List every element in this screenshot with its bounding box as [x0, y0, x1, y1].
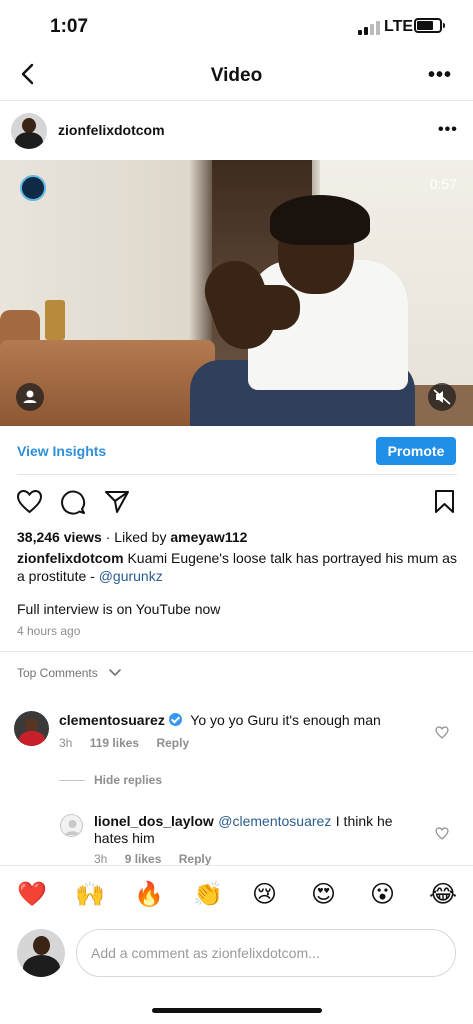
emoji-divider	[0, 865, 473, 866]
post-caption: zionfelixdotcom Kuami Eugene's loose tal…	[17, 549, 457, 585]
emoji-heart-eyes-button[interactable]: 😍	[311, 880, 336, 908]
emoji-wow-button[interactable]: 😮	[370, 880, 395, 908]
reply-meta: 3h 9 likes Reply	[94, 852, 225, 866]
page-title: Video	[210, 65, 263, 86]
emoji-laugh-button[interactable]: 😂	[429, 880, 457, 908]
views-label: 38,246 views	[17, 529, 102, 545]
commenter-avatar[interactable]	[14, 711, 49, 746]
insights-divider	[17, 474, 457, 475]
emoji-clap-button[interactable]: 👏	[193, 880, 223, 908]
battery-icon	[414, 18, 445, 33]
verified-badge-icon	[168, 713, 182, 726]
comment-icon[interactable]	[60, 489, 86, 515]
reply: lionel_dos_laylow @clementosuarez I thin…	[94, 813, 424, 847]
post-more-button[interactable]: •••	[438, 121, 458, 139]
video-duration: 0:57	[429, 176, 457, 192]
comment-time: 3h	[59, 736, 73, 750]
comment-input-container[interactable]	[76, 929, 456, 977]
reply-time: 3h	[94, 852, 108, 866]
home-indicator[interactable]	[152, 1008, 322, 1013]
header-more-button[interactable]: •••	[428, 64, 452, 87]
emoji-heart-button[interactable]: ❤️	[17, 880, 47, 908]
channel-logo	[20, 175, 46, 201]
composer-avatar	[17, 929, 65, 977]
comment-like-heart-icon[interactable]	[435, 726, 449, 739]
hide-replies-line	[59, 780, 85, 781]
comment: clementosuarez Yo yo yo Guru it's enough…	[59, 712, 381, 730]
comment-likes[interactable]: 119 likes	[90, 736, 139, 750]
reply-text: I think he	[335, 813, 393, 829]
reply-avatar[interactable]	[60, 814, 83, 837]
reply-text-line-2: hates him	[94, 830, 155, 846]
view-insights-link[interactable]: View Insights	[17, 443, 106, 459]
reply-mention[interactable]: @clementosuarez	[218, 813, 331, 829]
reply-username[interactable]: lionel_dos_laylow	[94, 813, 214, 829]
post-username[interactable]: zionfelixdotcom	[58, 122, 165, 138]
chevron-down-icon[interactable]	[108, 668, 122, 678]
reply-like-heart-icon[interactable]	[435, 827, 449, 840]
emoji-cry-button[interactable]: 😢	[252, 880, 277, 908]
reply-likes[interactable]: 9 likes	[125, 852, 162, 866]
video-player[interactable]: 0:57	[0, 160, 473, 426]
emoji-raised-hands-button[interactable]: 🙌	[75, 880, 105, 908]
comment-text: Yo yo yo Guru it's enough man	[190, 712, 381, 728]
promote-button[interactable]: Promote	[376, 437, 456, 465]
caption-divider	[0, 651, 473, 652]
emoji-fire-button[interactable]: 🔥	[134, 880, 164, 908]
save-bookmark-icon[interactable]	[434, 489, 455, 514]
post-timestamp: 4 hours ago	[17, 624, 81, 638]
liked-by-prefix: · Liked by	[105, 529, 171, 545]
avatar[interactable]	[11, 113, 47, 149]
header-divider	[0, 100, 473, 101]
tagged-user-icon[interactable]	[16, 383, 44, 411]
caption-line-2: Full interview is on YouTube now	[17, 601, 221, 617]
share-icon[interactable]	[104, 489, 130, 514]
caption-mention[interactable]: @gurunkz	[99, 568, 163, 584]
top-comments-label[interactable]: Top Comments	[17, 666, 98, 680]
mute-icon[interactable]	[428, 383, 456, 411]
comment-meta: 3h 119 likes Reply	[59, 736, 203, 750]
reply-reply-button[interactable]: Reply	[179, 852, 212, 866]
comment-username[interactable]: clementosuarez	[59, 712, 165, 728]
caption-username[interactable]: zionfelixdotcom	[17, 550, 124, 566]
comment-reply-button[interactable]: Reply	[156, 736, 189, 750]
views-count: 38,246 views · Liked by ameyaw112	[17, 529, 247, 545]
status-time: 1:07	[50, 16, 89, 37]
comment-input[interactable]	[77, 930, 455, 976]
network-label: LTE	[384, 18, 414, 35]
liked-by-user[interactable]: ameyaw112	[170, 529, 247, 545]
like-heart-icon[interactable]	[16, 489, 43, 514]
signal-icon	[358, 21, 380, 35]
hide-replies-button[interactable]: Hide replies	[94, 773, 162, 787]
